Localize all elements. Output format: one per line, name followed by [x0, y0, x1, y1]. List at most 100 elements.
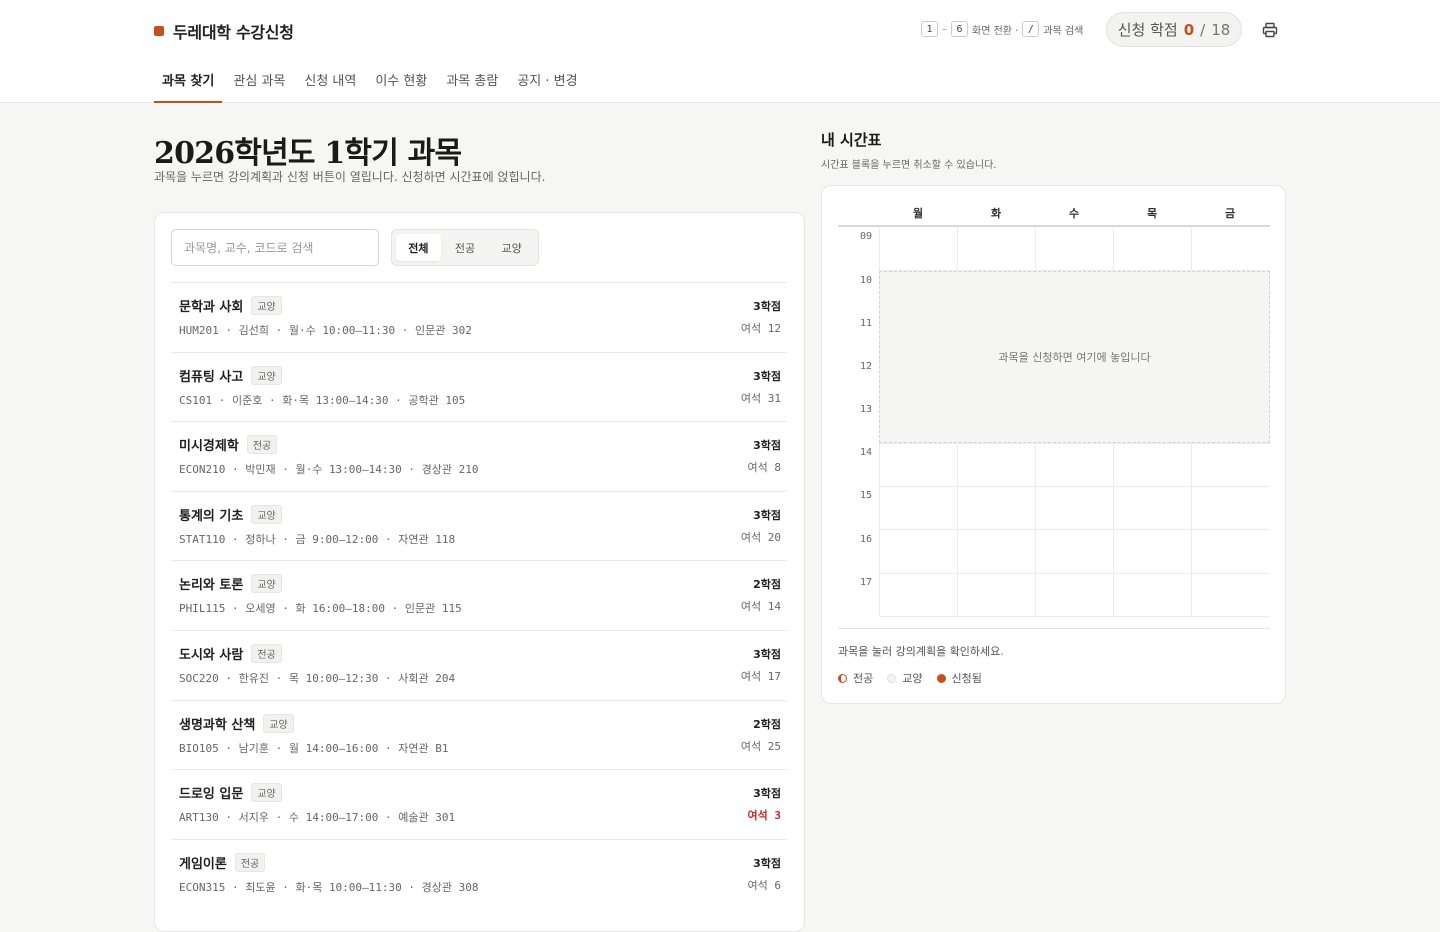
filter-major[interactable]: 전공 — [443, 234, 488, 261]
course-seats: 여석 25 — [740, 739, 781, 753]
course-title: 드로잉 입문 — [179, 787, 244, 803]
day-header-divider — [838, 225, 1270, 227]
course-row[interactable]: 미시경제학 전공 ECON210 · 박민재 · 월·수 13:00–14:30… — [171, 421, 787, 491]
tab-label: 이수 현황 — [375, 74, 428, 89]
course-list: 문학과 사회 교양 HUM201 · 김선희 · 월·수 10:00–11:30… — [171, 282, 787, 908]
course-row[interactable]: 생명과학 산책 교양 BIO105 · 남기훈 · 월 14:00–16:00 … — [171, 699, 787, 770]
main-tabs: 과목 찾기 관심 과목 신청 내역 이수 현황 과목 총람 공지 · 변경 — [154, 60, 589, 103]
tab-completion-status[interactable]: 이수 현황 — [367, 60, 435, 103]
course-meta: ECON210 · 박민재 · 월·수 13:00–14:30 · 경상관 21… — [179, 463, 479, 477]
major-swatch-icon — [838, 673, 847, 683]
course-category-tag: 교양 — [251, 574, 282, 594]
timetable-subtitle: 시간표 블록을 누르면 취소할 수 있습니다. — [821, 160, 997, 171]
course-row[interactable]: 드로잉 입문 교양 ART130 · 서지우 · 수 14:00–17:00 ·… — [171, 769, 787, 839]
credit-summary: 신청 학점 0 / 18 — [1106, 12, 1242, 47]
tab-course-search[interactable]: 과목 찾기 — [154, 60, 223, 103]
course-title: 게임이론 — [179, 856, 227, 872]
keyboard-hints: 1 – 6 화면 전환 · / 과목 검색 — [921, 21, 1083, 37]
category-filter: 전체 전공 교양 — [391, 229, 539, 266]
legend-enrolled: 신청됨 — [936, 670, 982, 686]
hour-label: 13 — [860, 404, 873, 415]
print-button[interactable] — [1259, 19, 1281, 41]
hour-label: 12 — [860, 361, 873, 372]
grid-line — [879, 443, 1270, 444]
course-title: 통계의 기초 — [179, 508, 244, 524]
course-category-tag: 교양 — [251, 296, 282, 315]
enrolled-swatch-icon — [936, 673, 946, 683]
day-header-thu: 목 — [1147, 207, 1158, 220]
app-header: 두레대학 수강신청 1 – 6 화면 전환 · / 과목 검색 신청 학점 0 … — [0, 0, 1440, 103]
course-seats: 여석 12 — [740, 322, 781, 335]
course-search-input[interactable] — [171, 229, 379, 266]
course-meta: ART130 · 서지우 · 수 14:00–17:00 · 예술관 301 — [179, 811, 456, 825]
course-title: 논리와 토론 — [179, 578, 244, 594]
course-title: 컴퓨팅 사고 — [179, 369, 244, 385]
course-credits: 3학점 — [753, 508, 781, 522]
tab-interest-courses[interactable]: 관심 과목 — [225, 60, 293, 103]
brand-logo-mark — [154, 26, 164, 36]
course-meta: ECON315 · 최도윤 · 화·목 10:00–11:30 · 경상관 30… — [179, 880, 479, 894]
course-name-group: 미시경제학 전공 — [179, 435, 278, 455]
course-row[interactable]: 게임이론 전공 ECON315 · 최도윤 · 화·목 10:00–11:30 … — [171, 838, 787, 909]
credit-slash: / — [1200, 20, 1206, 39]
day-header-mon: 월 — [913, 207, 924, 220]
hint-switch-label: 화면 전환 · — [972, 25, 1019, 37]
tab-notices-changes[interactable]: 공지 · 변경 — [509, 60, 585, 103]
course-row[interactable]: 문학과 사회 교양 HUM201 · 김선희 · 월·수 10:00–11:30… — [171, 282, 787, 352]
hour-label: 17 — [860, 577, 873, 588]
legend-label: 교양 — [902, 672, 923, 685]
course-credits: 3학점 — [753, 439, 781, 453]
kbd-key-6: 6 — [951, 21, 968, 37]
course-name-group: 게임이론 전공 — [179, 852, 266, 872]
kbd-key-1: 1 — [921, 21, 938, 37]
tab-enrollment-history[interactable]: 신청 내역 — [296, 60, 364, 103]
course-row[interactable]: 논리와 토론 교양 PHIL115 · 오세영 · 화 16:00–18:00 … — [171, 560, 787, 630]
course-name-group: 문학과 사회 교양 — [179, 296, 282, 315]
course-seats: 여석 8 — [747, 461, 782, 475]
course-category-tag: 교양 — [251, 783, 282, 803]
course-name-group: 도시와 사람 전공 — [179, 643, 282, 663]
hour-label: 16 — [860, 534, 873, 545]
grid-line — [879, 486, 1270, 487]
tab-label: 관심 과목 — [233, 74, 286, 89]
course-credits: 3학점 — [753, 787, 781, 801]
course-credits: 3학점 — [753, 369, 781, 383]
tab-course-catalog[interactable]: 과목 총람 — [438, 60, 506, 103]
course-meta: STAT110 · 정하나 · 금 9:00–12:00 · 자연관 118 — [179, 532, 456, 546]
course-row[interactable]: 도시와 사람 전공 SOC220 · 한유진 · 목 10:00–12:30 ·… — [171, 629, 787, 700]
hour-label: 09 — [860, 231, 873, 242]
course-title: 생명과학 산책 — [179, 717, 256, 733]
timetable-empty-placeholder: 과목을 신청하면 여기에 놓입니다 — [879, 271, 1270, 443]
course-row[interactable]: 통계의 기초 교양 STAT110 · 정하나 · 금 9:00–12:00 ·… — [171, 490, 787, 561]
hour-label: 10 — [860, 275, 873, 286]
course-seats: 여석 20 — [740, 530, 781, 544]
credit-max: 18 — [1211, 20, 1231, 39]
brand[interactable]: 두레대학 수강신청 — [154, 19, 294, 43]
hour-label: 15 — [860, 490, 873, 501]
kbd-key-slash: / — [1022, 21, 1040, 37]
legend-label: 신청됨 — [951, 672, 982, 685]
day-header-fri: 금 — [1225, 207, 1236, 220]
grid-line — [879, 616, 1270, 617]
course-seats-low: 여석 3 — [747, 809, 782, 823]
course-category-tag: 교양 — [263, 713, 294, 733]
course-seats: 여석 31 — [740, 391, 781, 405]
legend-label: 전공 — [853, 672, 874, 685]
filter-all[interactable]: 전체 — [396, 234, 441, 261]
course-name-group: 드로잉 입문 교양 — [179, 783, 282, 803]
hint-search-label: 과목 검색 — [1043, 25, 1084, 37]
legend-major: 전공 — [838, 670, 873, 686]
timetable-grid: 월 화 수 목 금 09 10 11 12 13 14 15 16 17 과목을… — [838, 198, 1270, 617]
app-title: 두레대학 수강신청 — [173, 23, 294, 42]
course-credits: 2학점 — [753, 578, 781, 592]
course-row[interactable]: 컴퓨팅 사고 교양 CS101 · 이준호 · 화·목 13:00–14:30 … — [171, 351, 787, 422]
day-header-tue: 화 — [991, 207, 1002, 220]
course-meta: CS101 · 이준호 · 화·목 13:00–14:30 · 공학관 105 — [179, 393, 466, 407]
course-category-tag: 전공 — [234, 852, 266, 872]
course-category-tag: 교양 — [251, 504, 282, 524]
tab-label: 신청 내역 — [304, 74, 357, 89]
course-panel: 전체 전공 교양 문학과 사회 교양 HUM201 · 김선희 · 월·수 10… — [154, 212, 805, 932]
course-credits: 3학점 — [753, 647, 781, 661]
course-name-group: 통계의 기초 교양 — [179, 504, 282, 524]
filter-general[interactable]: 교양 — [489, 234, 534, 261]
